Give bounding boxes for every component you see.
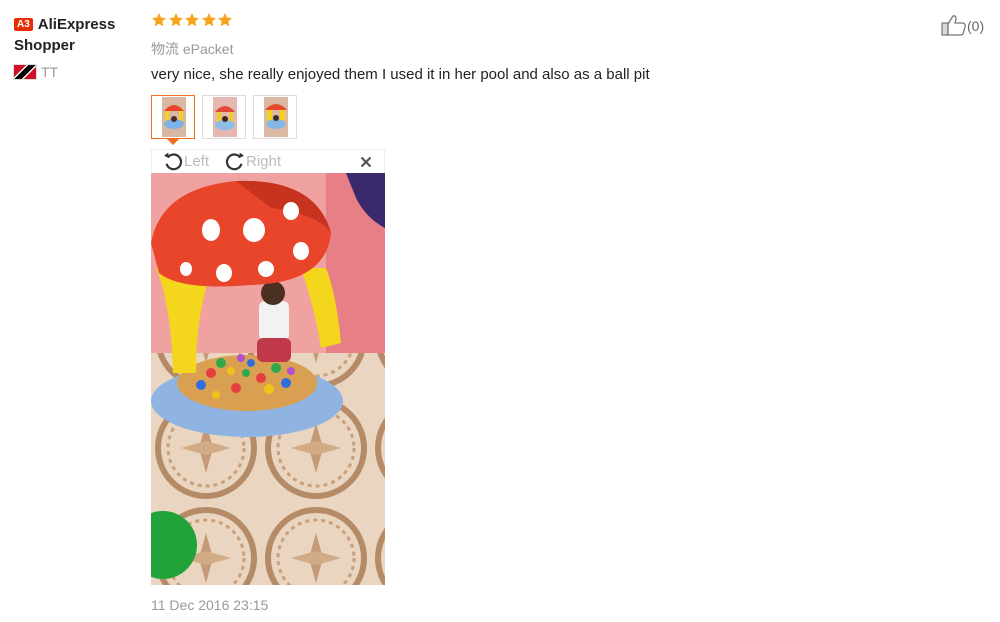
- thumbnail-image: [264, 97, 288, 137]
- thumbs-up-icon: [941, 13, 967, 37]
- logistics-value: ePacket: [182, 41, 234, 57]
- trinidad-tobago-flag-icon: [14, 65, 36, 79]
- thumbnail-2[interactable]: [202, 95, 246, 139]
- helpful-count: (0): [967, 18, 985, 34]
- review-photo-image: [151, 173, 385, 585]
- rotate-right-button[interactable]: Right: [224, 151, 281, 173]
- logistics-label: 物流: [151, 41, 179, 57]
- helpful-button[interactable]: (0): [941, 13, 984, 37]
- active-thumbnail-indicator: [167, 139, 179, 145]
- image-viewer-toolbar: Left Right: [151, 149, 385, 173]
- star-rating: [151, 12, 234, 33]
- star-icon: [151, 12, 167, 28]
- rotate-right-label: Right: [246, 153, 282, 170]
- rotate-right-icon: [224, 151, 246, 173]
- star-icon: [168, 12, 184, 28]
- review-text: very nice, she really enjoyed them I use…: [151, 66, 650, 83]
- close-icon: [360, 156, 372, 168]
- star-icon: [184, 12, 200, 28]
- thumbnail-image: [162, 97, 186, 137]
- star-icon: [201, 12, 217, 28]
- rotate-left-button[interactable]: Left: [162, 151, 209, 173]
- close-button[interactable]: [360, 153, 372, 169]
- review-date: 11 Dec 2016 23:15: [151, 597, 269, 613]
- thumbnail-1[interactable]: [151, 95, 195, 139]
- buyer-level-badge: A3: [14, 18, 33, 31]
- reviewer-info: A3 AliExpress Shopper: [14, 14, 139, 56]
- star-icon: [217, 12, 233, 28]
- reviewer-country: TT: [14, 64, 58, 80]
- thumbnail-3[interactable]: [253, 95, 297, 139]
- rotate-left-icon: [162, 151, 184, 173]
- thumbnail-image: [213, 97, 237, 137]
- country-code: TT: [41, 64, 59, 80]
- review-photo-large[interactable]: [151, 173, 385, 585]
- logistics-info: 物流 ePacket: [151, 39, 233, 59]
- rotate-left-label: Left: [184, 153, 210, 170]
